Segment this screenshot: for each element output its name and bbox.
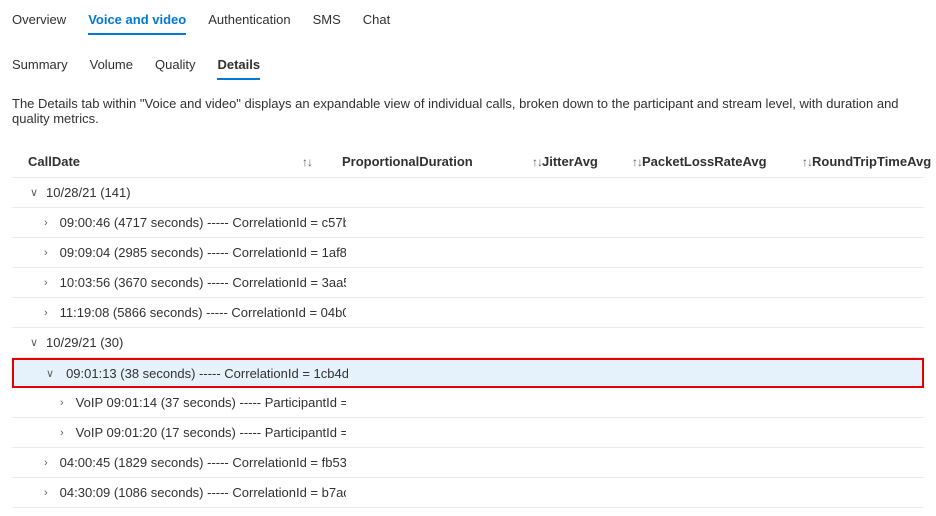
col-propduration-label: ProportionalDuration: [342, 154, 473, 169]
subtab-volume[interactable]: Volume: [90, 53, 133, 80]
chevron-right-icon: ›: [60, 397, 64, 409]
chevron-right-icon: ›: [44, 457, 48, 469]
chevron-right-icon: ›: [60, 427, 64, 439]
group-label: 10/29/21 (30): [46, 335, 123, 350]
participant-label: VoIP 09:01:20 (17 seconds) ----- Partici…: [76, 425, 346, 440]
sort-icon: ↑↓: [632, 155, 642, 169]
call-label: 09:01:13 (38 seconds) ----- CorrelationI…: [66, 366, 348, 381]
participant-row[interactable]: › VoIP 09:01:20 (17 seconds) ----- Parti…: [12, 418, 924, 448]
call-label: 09:00:46 (4717 seconds) ----- Correlatio…: [60, 215, 346, 230]
sort-icon: ↑↓: [802, 155, 812, 169]
group-row[interactable]: ∨ 10/28/21 (141): [12, 178, 924, 208]
call-label: 04:00:45 (1829 seconds) ----- Correlatio…: [60, 455, 346, 470]
chevron-right-icon: ›: [44, 277, 48, 289]
col-rtt[interactable]: RoundTripTimeAvg ↑↓: [812, 154, 936, 169]
subtab-quality[interactable]: Quality: [155, 53, 195, 80]
table-header: CallDate ↑↓ ProportionalDuration ↑↓ Jitt…: [12, 146, 924, 178]
sub-tabs: Summary Volume Quality Details: [12, 53, 924, 80]
call-label: 04:30:09 (1086 seconds) ----- Correlatio…: [60, 485, 346, 500]
call-row[interactable]: › 11:19:08 (5866 seconds) ----- Correlat…: [12, 298, 924, 328]
col-packetloss[interactable]: PacketLossRateAvg ↑↓: [642, 154, 812, 169]
col-jitteravg[interactable]: JitterAvg ↑↓: [542, 154, 642, 169]
col-calldate-label: CallDate: [28, 154, 80, 169]
call-label: 11:19:08 (5866 seconds) ----- Correlatio…: [60, 305, 346, 320]
call-row[interactable]: › 10:03:56 (3670 seconds) ----- Correlat…: [12, 268, 924, 298]
chevron-down-icon: ∨: [28, 186, 40, 199]
call-row-selected[interactable]: ∨ 09:01:13 (38 seconds) ----- Correlatio…: [12, 358, 924, 388]
call-label: 09:09:04 (2985 seconds) ----- Correlatio…: [60, 245, 346, 260]
col-calldate[interactable]: CallDate: [16, 154, 306, 169]
subtab-details[interactable]: Details: [217, 53, 260, 80]
participant-label: VoIP 09:01:14 (37 seconds) ----- Partici…: [76, 395, 346, 410]
call-row[interactable]: › 09:00:46 (4717 seconds) ----- Correlat…: [12, 208, 924, 238]
tab-authentication[interactable]: Authentication: [208, 8, 290, 35]
chevron-right-icon: ›: [44, 247, 48, 259]
col-packetloss-label: PacketLossRateAvg: [642, 154, 767, 169]
tab-voice-and-video[interactable]: Voice and video: [88, 8, 186, 35]
call-label: 10:03:56 (3670 seconds) ----- Correlatio…: [60, 275, 346, 290]
group-label: 10/28/21 (141): [46, 185, 131, 200]
tab-chat[interactable]: Chat: [363, 8, 390, 35]
tab-overview[interactable]: Overview: [12, 8, 66, 35]
primary-tabs: Overview Voice and video Authentication …: [12, 8, 924, 35]
chevron-down-icon: ∨: [46, 367, 54, 380]
sort-icon[interactable]: ↑↓: [302, 155, 312, 169]
chevron-down-icon: ∨: [28, 336, 40, 349]
col-rtt-label: RoundTripTimeAvg: [812, 154, 931, 169]
call-row[interactable]: › 09:09:04 (2985 seconds) ----- Correlat…: [12, 238, 924, 268]
sort-icon: ↑↓: [532, 155, 542, 169]
chevron-right-icon: ›: [44, 217, 48, 229]
participant-row[interactable]: › VoIP 09:01:14 (37 seconds) ----- Parti…: [12, 388, 924, 418]
group-row[interactable]: ∨ 10/29/21 (30): [12, 328, 924, 358]
tab-sms[interactable]: SMS: [313, 8, 341, 35]
subtab-summary[interactable]: Summary: [12, 53, 68, 80]
col-jitteravg-label: JitterAvg: [542, 154, 598, 169]
col-propduration[interactable]: ProportionalDuration ↑↓: [342, 154, 542, 169]
call-row[interactable]: › 04:00:45 (1829 seconds) ----- Correlat…: [12, 448, 924, 478]
chevron-right-icon: ›: [44, 307, 48, 319]
chevron-right-icon: ›: [44, 487, 48, 499]
description-text: The Details tab within "Voice and video"…: [12, 96, 924, 126]
